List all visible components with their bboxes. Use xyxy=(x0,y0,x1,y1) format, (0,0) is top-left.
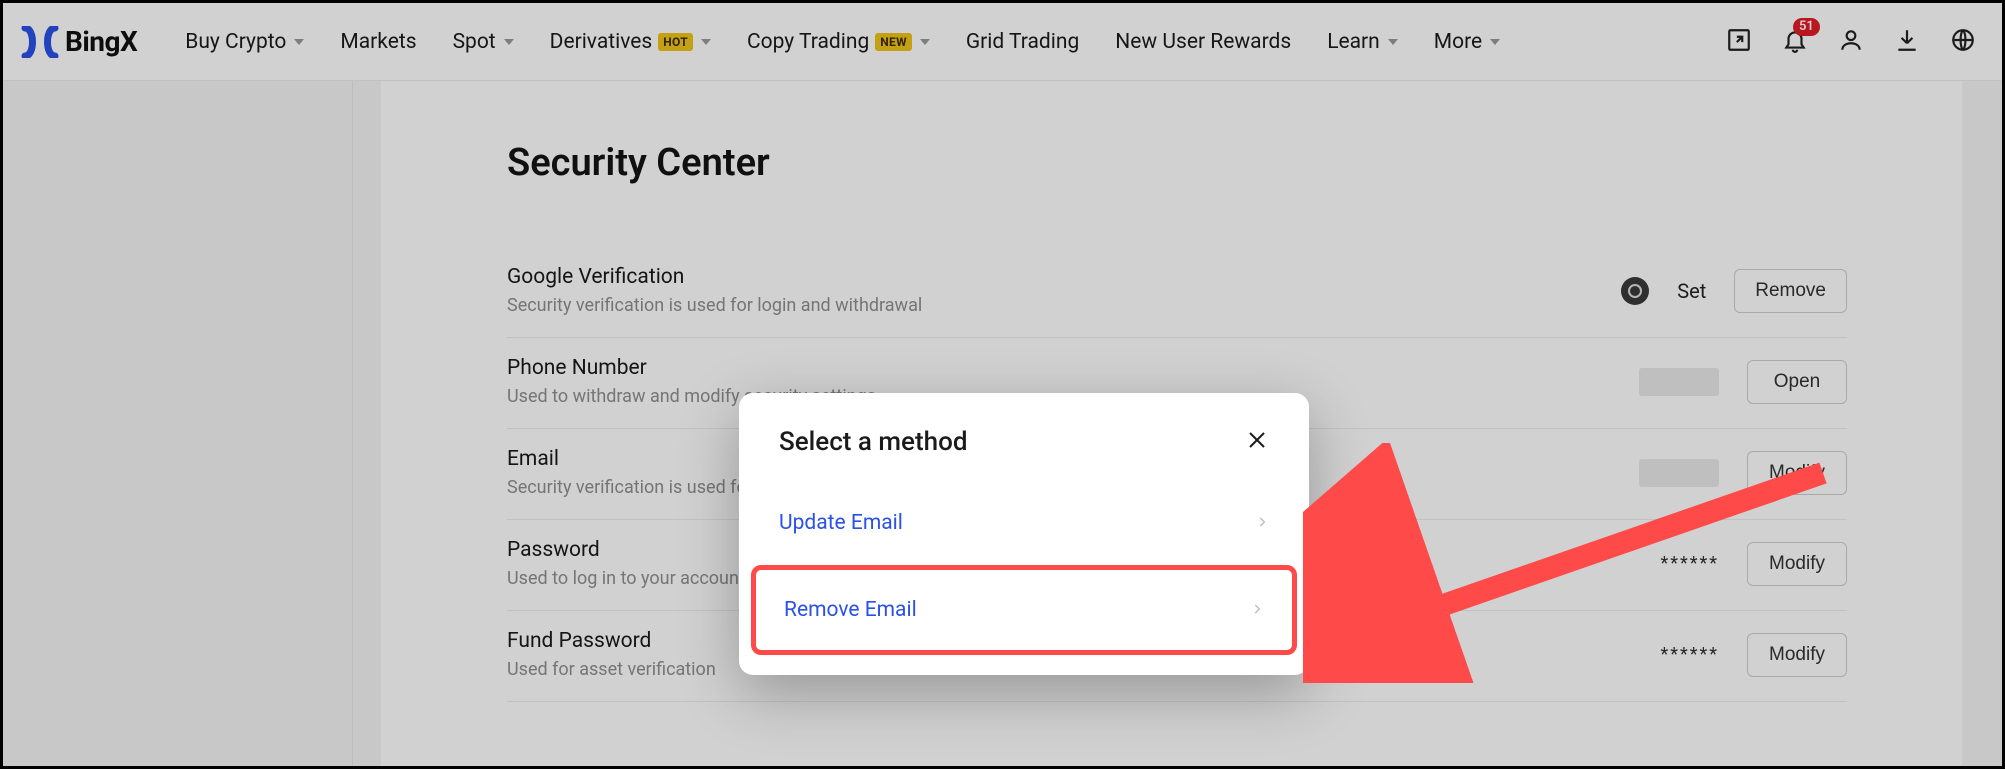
brand-name: BingX xyxy=(65,25,137,58)
modify-button[interactable]: Modify xyxy=(1747,542,1847,586)
nav-label: Grid Trading xyxy=(966,30,1079,54)
modal-option-label: Update Email xyxy=(779,511,903,535)
nav-more[interactable]: More xyxy=(1434,30,1500,54)
nav-label: Learn xyxy=(1327,30,1380,54)
user-icon[interactable] xyxy=(1838,27,1864,57)
new-badge: NEW xyxy=(875,33,912,51)
topbar-actions: 51 xyxy=(1726,27,1976,57)
nav-label: More xyxy=(1434,30,1482,54)
nav-label: Spot xyxy=(453,30,496,54)
chevron-down-icon xyxy=(701,39,711,45)
chevron-down-icon xyxy=(504,39,514,45)
open-button[interactable]: Open xyxy=(1747,360,1847,404)
masked-value xyxy=(1639,368,1719,396)
modal-option-remove-email[interactable]: Remove Email xyxy=(751,565,1297,655)
nav-label: Buy Crypto xyxy=(185,30,286,54)
row-google-verification: Google Verification Security verificatio… xyxy=(507,247,1847,338)
brand-logo[interactable]: BingX xyxy=(21,25,137,58)
chevron-down-icon xyxy=(294,39,304,45)
nav-spot[interactable]: Spot xyxy=(453,30,514,54)
row-label: Phone Number xyxy=(507,356,1639,380)
nav-new-user-rewards[interactable]: New User Rewards xyxy=(1115,30,1291,54)
close-icon[interactable] xyxy=(1245,428,1269,456)
nav-label: Copy Trading xyxy=(747,30,869,54)
select-method-modal: Select a method Update Email Remove Emai… xyxy=(739,393,1309,675)
masked-value xyxy=(1639,459,1719,487)
notification-count-badge: 51 xyxy=(1793,18,1820,36)
nav-learn[interactable]: Learn xyxy=(1327,30,1398,54)
sidebar xyxy=(3,81,353,766)
hot-badge: HOT xyxy=(658,33,693,51)
status-text: Set xyxy=(1677,279,1706,303)
remove-button[interactable]: Remove xyxy=(1734,269,1847,313)
nav-label: New User Rewards xyxy=(1115,30,1291,54)
modify-button[interactable]: Modify xyxy=(1747,451,1847,495)
modal-option-label: Remove Email xyxy=(784,598,917,622)
modal-option-update-email[interactable]: Update Email xyxy=(739,487,1309,559)
top-navbar: BingX Buy Crypto Markets Spot Derivative… xyxy=(3,3,2002,81)
nav-grid-trading[interactable]: Grid Trading xyxy=(966,30,1079,54)
authenticator-icon xyxy=(1621,277,1649,305)
masked-stars: ****** xyxy=(1660,553,1719,574)
chevron-right-icon xyxy=(1250,598,1264,622)
chevron-down-icon xyxy=(1388,39,1398,45)
nav-buy-crypto[interactable]: Buy Crypto xyxy=(185,30,304,54)
globe-icon[interactable] xyxy=(1950,27,1976,57)
main-nav: Buy Crypto Markets Spot Derivatives HOT … xyxy=(185,30,1500,54)
chevron-down-icon xyxy=(920,39,930,45)
masked-stars: ****** xyxy=(1660,644,1719,665)
nav-markets[interactable]: Markets xyxy=(340,30,416,54)
notifications-icon[interactable]: 51 xyxy=(1782,27,1808,57)
modify-button[interactable]: Modify xyxy=(1747,633,1847,677)
chevron-right-icon xyxy=(1255,511,1269,535)
bingx-logo-icon xyxy=(21,26,59,58)
chevron-down-icon xyxy=(1490,39,1500,45)
wallet-icon[interactable] xyxy=(1726,27,1752,57)
download-icon[interactable] xyxy=(1894,27,1920,57)
page-title: Security Center xyxy=(507,141,1847,185)
nav-label: Markets xyxy=(340,30,416,54)
modal-title: Select a method xyxy=(779,427,967,457)
nav-derivatives[interactable]: Derivatives HOT xyxy=(550,30,711,54)
nav-label: Derivatives xyxy=(550,30,653,54)
row-label: Google Verification xyxy=(507,265,1621,289)
row-desc: Security verification is used for login … xyxy=(507,295,1621,316)
nav-copy-trading[interactable]: Copy Trading NEW xyxy=(747,30,930,54)
